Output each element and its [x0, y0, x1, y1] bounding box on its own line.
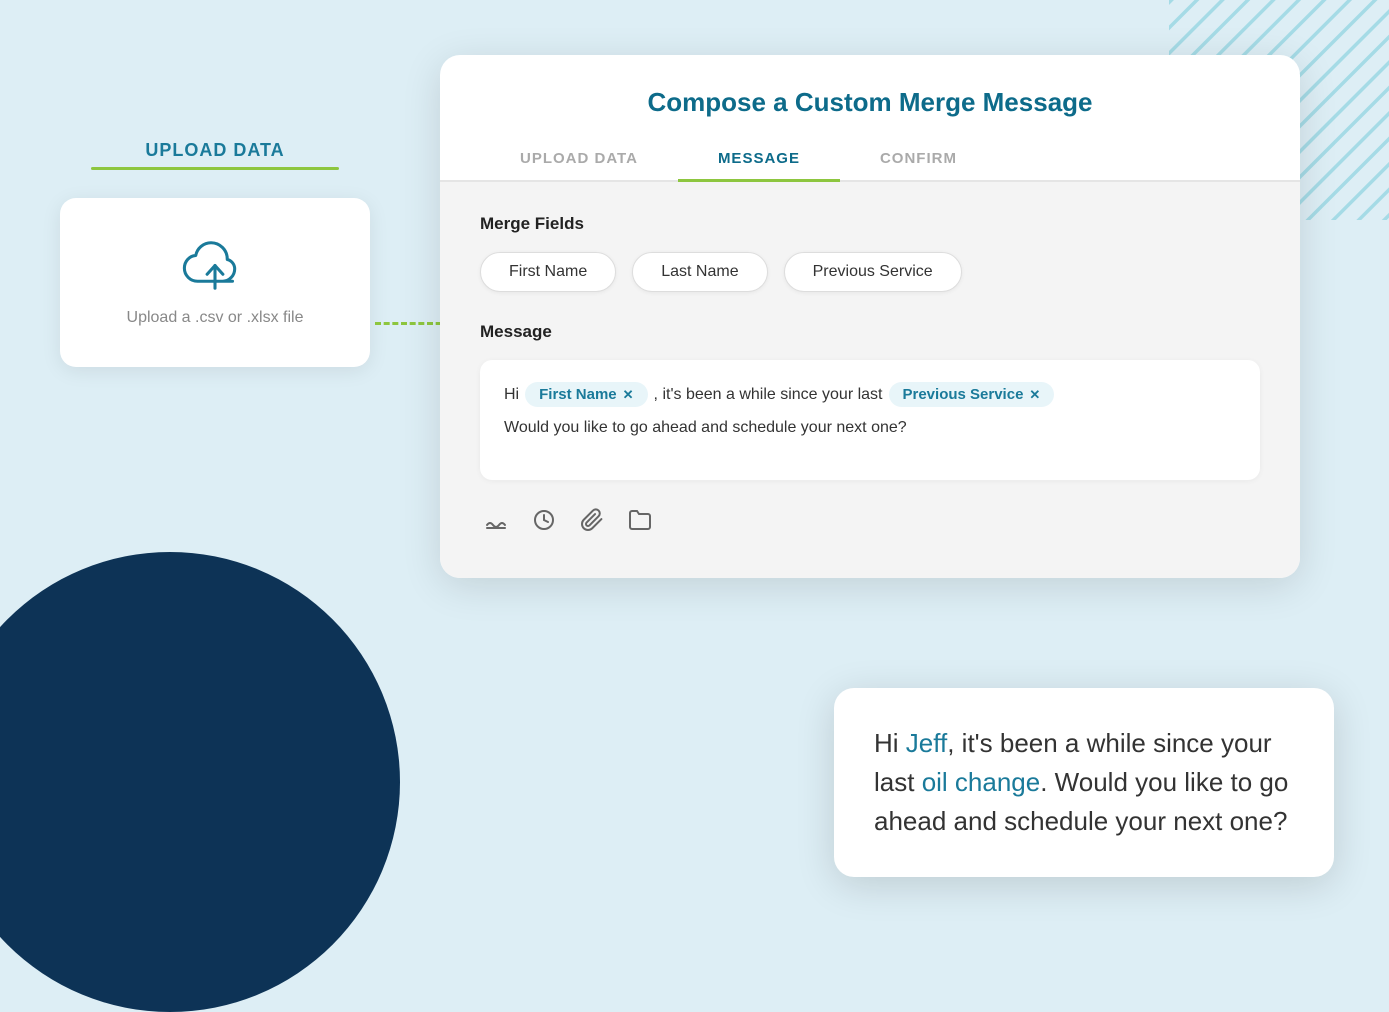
message-toolbar [480, 500, 1260, 546]
preview-text: Hi Jeff, it's been a while since your la… [874, 724, 1294, 841]
field-chip-previousservice[interactable]: Previous Service [784, 252, 962, 292]
firstname-merge-tag[interactable]: First Name ✕ [525, 382, 647, 407]
message-section-label: Message [480, 322, 1260, 342]
tab-bar: UPLOAD DATA MESSAGE CONFIRM [440, 138, 1300, 182]
message-box[interactable]: Hi First Name ✕ , it's been a while sinc… [480, 360, 1260, 480]
preview-service: oil change [922, 767, 1041, 797]
paperclip-icon[interactable] [580, 508, 604, 538]
folder-icon[interactable] [628, 508, 652, 538]
previousservice-tag-label: Previous Service [903, 386, 1024, 403]
tab-confirm[interactable]: CONFIRM [840, 138, 997, 182]
left-panel-underline [91, 167, 339, 170]
previousservice-tag-close[interactable]: ✕ [1029, 387, 1040, 403]
background-circle [0, 552, 400, 1012]
message-line-2: Would you like to go ahead and schedule … [504, 419, 1236, 437]
preview-bubble: Hi Jeff, it's been a while since your la… [834, 688, 1334, 877]
message-line-1: Hi First Name ✕ , it's been a while sinc… [504, 382, 1236, 407]
preview-hi: Hi [874, 728, 906, 758]
upload-hint-text: Upload a .csv or .xlsx file [127, 309, 304, 327]
left-panel-title: UPLOAD DATA [60, 140, 370, 161]
cloud-upload-icon [180, 238, 250, 293]
previousservice-merge-tag[interactable]: Previous Service ✕ [889, 382, 1055, 407]
field-chip-lastname[interactable]: Last Name [632, 252, 767, 292]
main-modal: Compose a Custom Merge Message UPLOAD DA… [440, 55, 1300, 578]
firstname-tag-close[interactable]: ✕ [623, 387, 634, 403]
modal-body: Merge Fields First Name Last Name Previo… [440, 182, 1300, 578]
field-chip-firstname[interactable]: First Name [480, 252, 616, 292]
tab-upload-data[interactable]: UPLOAD DATA [480, 138, 678, 182]
firstname-tag-label: First Name [539, 386, 617, 403]
merge-fields-label: Merge Fields [480, 214, 1260, 234]
modal-title: Compose a Custom Merge Message [440, 55, 1300, 138]
upload-box[interactable]: Upload a .csv or .xlsx file [60, 198, 370, 367]
message-middle-text: , it's been a while since your last [654, 386, 883, 404]
message-hi-text: Hi [504, 386, 519, 404]
merge-fields-container: First Name Last Name Previous Service [480, 252, 1260, 292]
preview-name: Jeff [906, 728, 947, 758]
signature-icon[interactable] [484, 508, 508, 538]
tab-message[interactable]: MESSAGE [678, 138, 840, 182]
left-panel: UPLOAD DATA Upload a .csv or .xlsx file [60, 140, 370, 367]
clock-icon[interactable] [532, 508, 556, 538]
